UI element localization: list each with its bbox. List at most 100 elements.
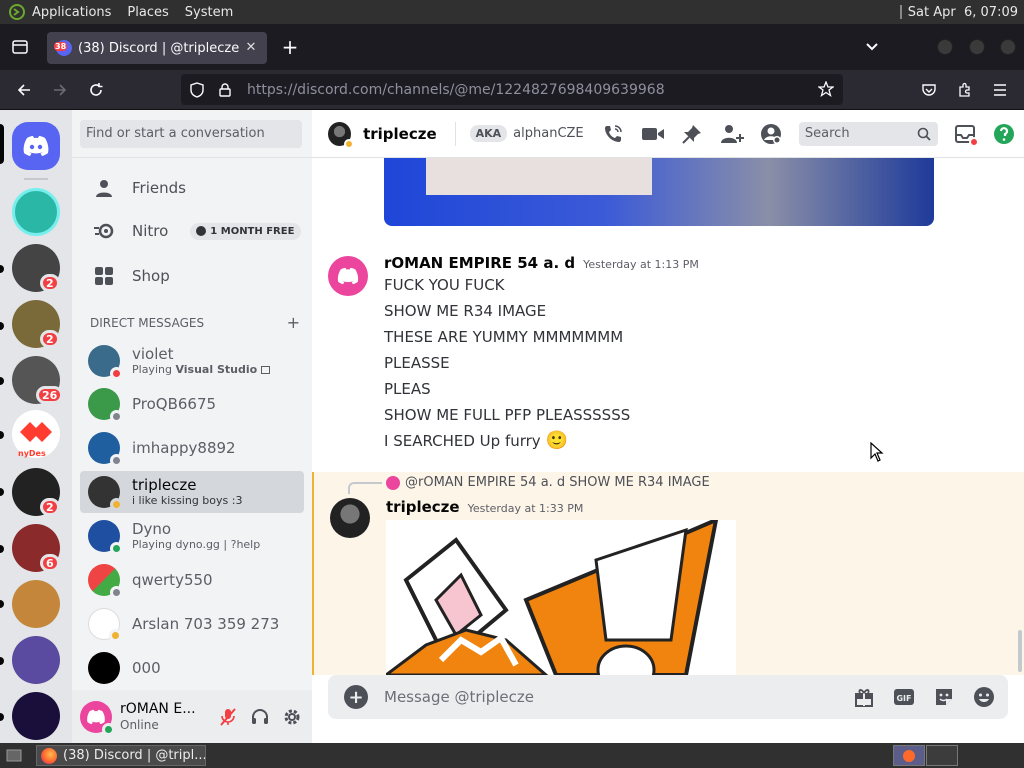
menu-system[interactable]: System [185,5,233,20]
server-badge-3: 2 [40,330,60,348]
sticker-icon[interactable] [932,685,956,709]
show-desktop-icon[interactable] [4,746,24,766]
server-icon-5[interactable]: nyDes [12,410,60,458]
mute-mic-icon[interactable] [212,701,244,733]
hamburger-menu-icon[interactable] [990,80,1010,100]
dm-item-triplecze[interactable]: triplecze i like kissing boys :3 [80,471,304,513]
recipient-name[interactable]: triplecze [363,125,437,143]
find-conversation-button[interactable]: Find or start a conversation [80,120,302,148]
menu-places[interactable]: Places [127,5,168,20]
help-icon[interactable] [993,122,1016,146]
author-avatar[interactable] [330,498,370,538]
search-placeholder: Search [804,126,850,141]
extensions-icon[interactable] [955,80,975,100]
author-name[interactable]: triplecze [386,498,460,516]
workspace-2[interactable] [926,745,958,766]
add-friends-to-dm-icon[interactable] [720,122,744,146]
headphones-icon[interactable] [244,701,276,733]
server-icon-8[interactable] [12,580,60,628]
reply-preview[interactable]: @rOMAN EMPIRE 54 a. d SHOW ME R34 IMAGE [386,475,710,490]
server-icon-1[interactable] [12,188,60,236]
message-input[interactable]: Message @triplecze [384,688,852,706]
aka-name[interactable]: alphanCZE [513,126,583,141]
dm-name: ProQB6675 [132,395,217,413]
slightly-smiling-emoji-icon: 🙂 [545,430,568,451]
workspace-switcher[interactable] [893,745,925,766]
dm-item-imhappy8892[interactable]: imhappy8892 [80,427,304,469]
tab-list-icon[interactable] [10,37,30,57]
author-avatar[interactable] [328,256,368,296]
shield-icon[interactable] [189,81,205,98]
reply-text: SHOW ME R34 IMAGE [569,475,710,490]
avatar [88,608,122,642]
friends-icon [92,176,116,200]
new-tab-icon[interactable]: + [280,35,300,59]
search-box[interactable]: Search [798,121,938,146]
server-icon-9[interactable] [12,636,60,684]
taskbar-window-button[interactable]: (38) Discord | @tripl... [36,745,206,766]
firefox-icon [41,747,57,764]
workspace-1[interactable] [894,746,924,765]
gif-icon[interactable]: GIF [892,685,916,709]
clock-area[interactable]: Sat Apr 6, 07:09 [899,0,1024,24]
message-header: rOMAN EMPIRE 54 a. d Yesterday at 1:13 P… [384,254,699,272]
friends-label: Friends [132,179,186,197]
dm-item-qwerty550[interactable]: qwerty550 [80,559,304,601]
author-name[interactable]: rOMAN EMPIRE 54 a. d [384,254,575,272]
create-dm-plus-icon[interactable]: + [287,315,300,332]
dm-item-dyno[interactable]: Dyno Playing dyno.gg | ?help [80,515,304,557]
server-badge-4: 26 [36,386,64,404]
upload-plus-icon[interactable]: + [344,685,368,709]
user-avatar[interactable] [80,700,115,736]
video-call-icon[interactable] [641,122,665,146]
distro-logo-icon[interactable] [8,3,26,21]
active-tab[interactable]: 38 (38) Discord | @triplecze ✕ [47,32,267,64]
gift-icon[interactable] [852,685,876,709]
lock-icon[interactable] [217,82,233,98]
avatar [88,476,123,511]
browser-nav-bar: https://discord.com/channels/@me/1224827… [0,70,1024,110]
dm-item-000[interactable]: 000 [80,647,304,689]
back-arrow-icon[interactable] [14,80,34,100]
bookmark-star-icon[interactable] [817,80,835,98]
friends-nav-item[interactable]: Friends [80,167,304,209]
clock-label: Sat Apr 6, 07:09 [907,4,1018,20]
inbox-icon[interactable] [954,122,979,147]
image-attachment[interactable] [386,520,736,675]
close-tab-icon[interactable]: ✕ [243,39,259,55]
url-text: https://discord.com/channels/@me/1224827… [247,82,665,98]
chevron-down-icon[interactable] [862,37,882,57]
menu-applications[interactable]: Applications [32,5,111,20]
dm-item-proqb6675[interactable]: ProQB6675 [80,383,304,425]
previous-image-attachment[interactable] [384,158,934,226]
emoji-picker-icon[interactable] [972,685,996,709]
search-icon [916,126,932,142]
voice-call-icon[interactable] [602,122,625,146]
window-close-icon[interactable] [1000,39,1016,55]
avatar [88,388,123,423]
inbox-unread-dot [968,136,979,147]
dm-item-violet[interactable]: violet Playing Visual Studio [80,340,304,382]
chat-scrollbar[interactable] [1018,630,1022,672]
server-icon-10[interactable] [12,692,60,740]
user-info[interactable]: rOMAN E... Online [120,701,208,733]
fox-hat-drawing-icon [386,520,719,675]
nitro-nav-item[interactable]: Nitro 1 MONTH FREE [80,210,304,252]
discord-home-icon[interactable] [12,122,60,170]
shop-nav-item[interactable]: Shop [80,255,304,297]
window-maximize-icon[interactable] [969,39,985,55]
window-minimize-icon[interactable] [937,39,953,55]
dm-name: violet [132,345,174,363]
pin-icon[interactable] [681,122,704,146]
url-bar[interactable]: https://discord.com/channels/@me/1224827… [181,74,843,105]
offline-status-icon [110,586,123,599]
gear-icon[interactable] [276,701,308,733]
reload-icon[interactable] [86,80,106,100]
recipient-avatar[interactable] [328,121,355,149]
dm-item-arslan[interactable]: Arslan 703 359 273 [80,603,304,645]
forward-arrow-icon[interactable] [50,80,70,100]
user-profile-icon[interactable] [760,122,783,146]
pocket-icon[interactable] [919,80,939,100]
avatar [88,432,123,467]
avatar [88,564,123,599]
